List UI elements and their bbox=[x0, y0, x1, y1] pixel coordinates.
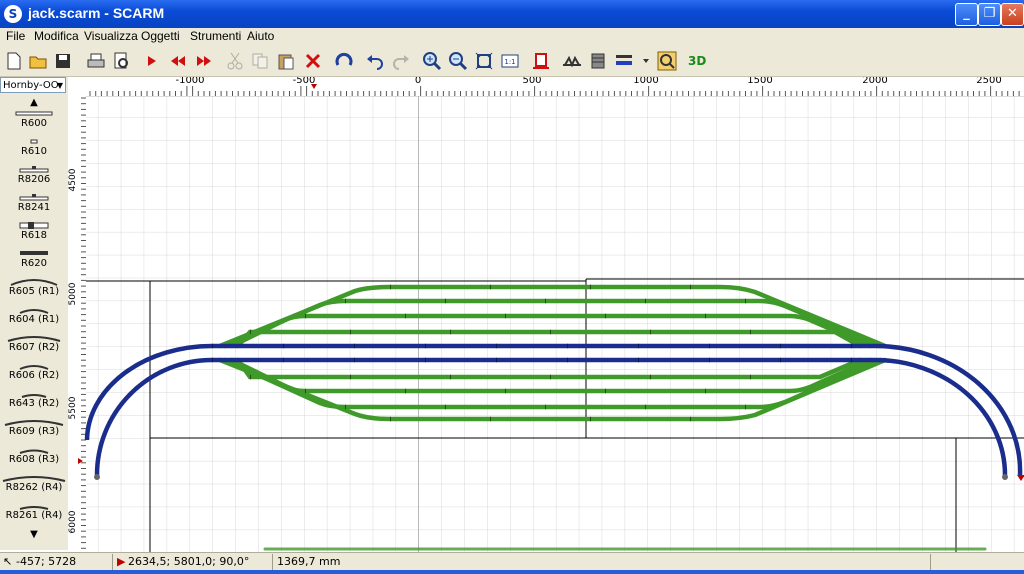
menu-modifica[interactable]: Modifica bbox=[34, 29, 79, 43]
ruler-x-label: 1000 bbox=[633, 77, 658, 86]
piece-r8241[interactable]: R8241 bbox=[0, 193, 68, 213]
status-divider bbox=[112, 554, 113, 570]
menu-file[interactable]: File bbox=[6, 29, 25, 43]
select-icon[interactable] bbox=[142, 51, 162, 71]
status-bar: ↖ -457; 5728 ▶ 2634,5; 5801,0; 90,0° 136… bbox=[0, 552, 1024, 571]
flex-track-icon[interactable] bbox=[531, 51, 551, 71]
taskbar-edge bbox=[0, 570, 1024, 574]
piece-r608[interactable]: R608 (R3) bbox=[0, 445, 68, 465]
new-icon[interactable] bbox=[4, 51, 24, 71]
status-position: 2634,5; 5801,0; 90,0° bbox=[128, 555, 250, 568]
piece-r618[interactable]: R618 bbox=[0, 221, 68, 241]
maximize-button[interactable]: ❐ bbox=[978, 3, 1001, 26]
print-preview-icon[interactable] bbox=[111, 51, 131, 71]
status-cursor: -457; 5728 bbox=[16, 555, 77, 568]
menu-bar: File Modifica Visualizza Oggetti Strumen… bbox=[0, 28, 1024, 46]
rotate-icon[interactable] bbox=[334, 51, 354, 71]
undo-icon[interactable] bbox=[365, 51, 385, 71]
piece-r607[interactable]: R607 (R2) bbox=[0, 333, 68, 353]
ruler-x-label: 1500 bbox=[747, 77, 772, 86]
zoom-1to1-icon[interactable]: 1:1 bbox=[500, 51, 520, 71]
svg-text:1:1: 1:1 bbox=[504, 58, 515, 66]
menu-aiuto[interactable]: Aiuto bbox=[247, 29, 274, 43]
ruler-x-label: 0 bbox=[415, 77, 421, 86]
piece-r8262[interactable]: R8262 (R4) bbox=[0, 473, 68, 493]
piece-r600[interactable]: R600 bbox=[0, 109, 68, 129]
ruler-x-label: -1000 bbox=[175, 77, 204, 86]
piece-r620[interactable]: R620 bbox=[0, 249, 68, 269]
measure-icon[interactable] bbox=[657, 51, 677, 71]
zoom-in-icon[interactable] bbox=[422, 51, 442, 71]
piece-r8206[interactable]: R8206 bbox=[0, 165, 68, 185]
library-panel: Hornby-OO ▼ ▲ R600 R610 R8206 R8241 R618… bbox=[0, 77, 69, 550]
open-icon[interactable] bbox=[28, 51, 48, 71]
copy-icon[interactable] bbox=[250, 51, 270, 71]
app-icon[interactable]: S bbox=[4, 5, 22, 23]
paste-icon[interactable] bbox=[276, 51, 296, 71]
minimize-button[interactable]: _ bbox=[955, 3, 978, 26]
cursor-arrow-icon: ↖ bbox=[3, 555, 13, 568]
piece-r609[interactable]: R609 (R3) bbox=[0, 417, 68, 437]
vertical-ruler bbox=[68, 96, 86, 552]
view-3d-button[interactable]: 3D bbox=[688, 51, 710, 71]
piece-r604[interactable]: R604 (R1) bbox=[0, 305, 68, 325]
bridge-icon[interactable] bbox=[562, 51, 582, 71]
layout-canvas[interactable]: -1000 -500 0 500 1000 1500 2000 2500 450… bbox=[68, 77, 1024, 552]
save-icon[interactable] bbox=[53, 51, 73, 71]
ruler-y-label: 5000 bbox=[68, 282, 78, 305]
ruler-x-label: 2000 bbox=[862, 77, 887, 86]
scroll-down-icon[interactable]: ▼ bbox=[0, 529, 68, 540]
scroll-up-icon[interactable]: ▲ bbox=[0, 97, 68, 108]
redo-icon[interactable] bbox=[391, 51, 411, 71]
chevron-down-icon[interactable] bbox=[636, 51, 649, 71]
ruler-x-label: 500 bbox=[522, 77, 541, 86]
piece-r643[interactable]: R643 (R2) bbox=[0, 389, 68, 409]
piece-r605[interactable]: R605 (R1) bbox=[0, 277, 68, 297]
ruler-y-label: 4500 bbox=[68, 168, 78, 191]
ruler-y-label: 5500 bbox=[68, 396, 78, 419]
status-divider bbox=[272, 554, 273, 570]
next-icon[interactable] bbox=[194, 51, 214, 71]
layer-icon[interactable] bbox=[614, 51, 634, 71]
zoom-fit-icon[interactable] bbox=[474, 51, 494, 71]
ruler-y-label: 6000 bbox=[68, 510, 78, 533]
prev-icon[interactable] bbox=[168, 51, 188, 71]
toolbar: 1:1 3D bbox=[0, 46, 1024, 77]
menu-strumenti[interactable]: Strumenti bbox=[190, 29, 241, 43]
ruler-x-label: 2500 bbox=[976, 77, 1001, 86]
print-icon[interactable] bbox=[86, 51, 106, 71]
library-select[interactable]: Hornby-OO ▼ bbox=[0, 77, 66, 93]
status-divider bbox=[930, 554, 931, 570]
window-title: jack.scarm - SCARM bbox=[28, 5, 165, 21]
piece-r606[interactable]: R606 (R2) bbox=[0, 361, 68, 381]
menu-oggetti[interactable]: Oggetti bbox=[141, 29, 180, 43]
library-select-value: Hornby-OO bbox=[3, 80, 59, 91]
delete-icon[interactable] bbox=[303, 51, 323, 71]
menu-visualizza[interactable]: Visualizza bbox=[84, 29, 138, 43]
status-length: 1369,7 mm bbox=[277, 555, 341, 568]
title-bar: S jack.scarm - SCARM _ ❐ ✕ bbox=[0, 0, 1024, 28]
piece-r8261[interactable]: R8261 (R4) bbox=[0, 501, 68, 521]
piece-r610[interactable]: R610 bbox=[0, 137, 68, 157]
close-button[interactable]: ✕ bbox=[1001, 3, 1024, 26]
tunnel-icon[interactable] bbox=[588, 51, 608, 71]
play-icon: ▶ bbox=[117, 555, 126, 568]
cut-icon[interactable] bbox=[225, 51, 245, 71]
chevron-down-icon: ▼ bbox=[56, 81, 63, 90]
zoom-out-icon[interactable] bbox=[448, 51, 468, 71]
